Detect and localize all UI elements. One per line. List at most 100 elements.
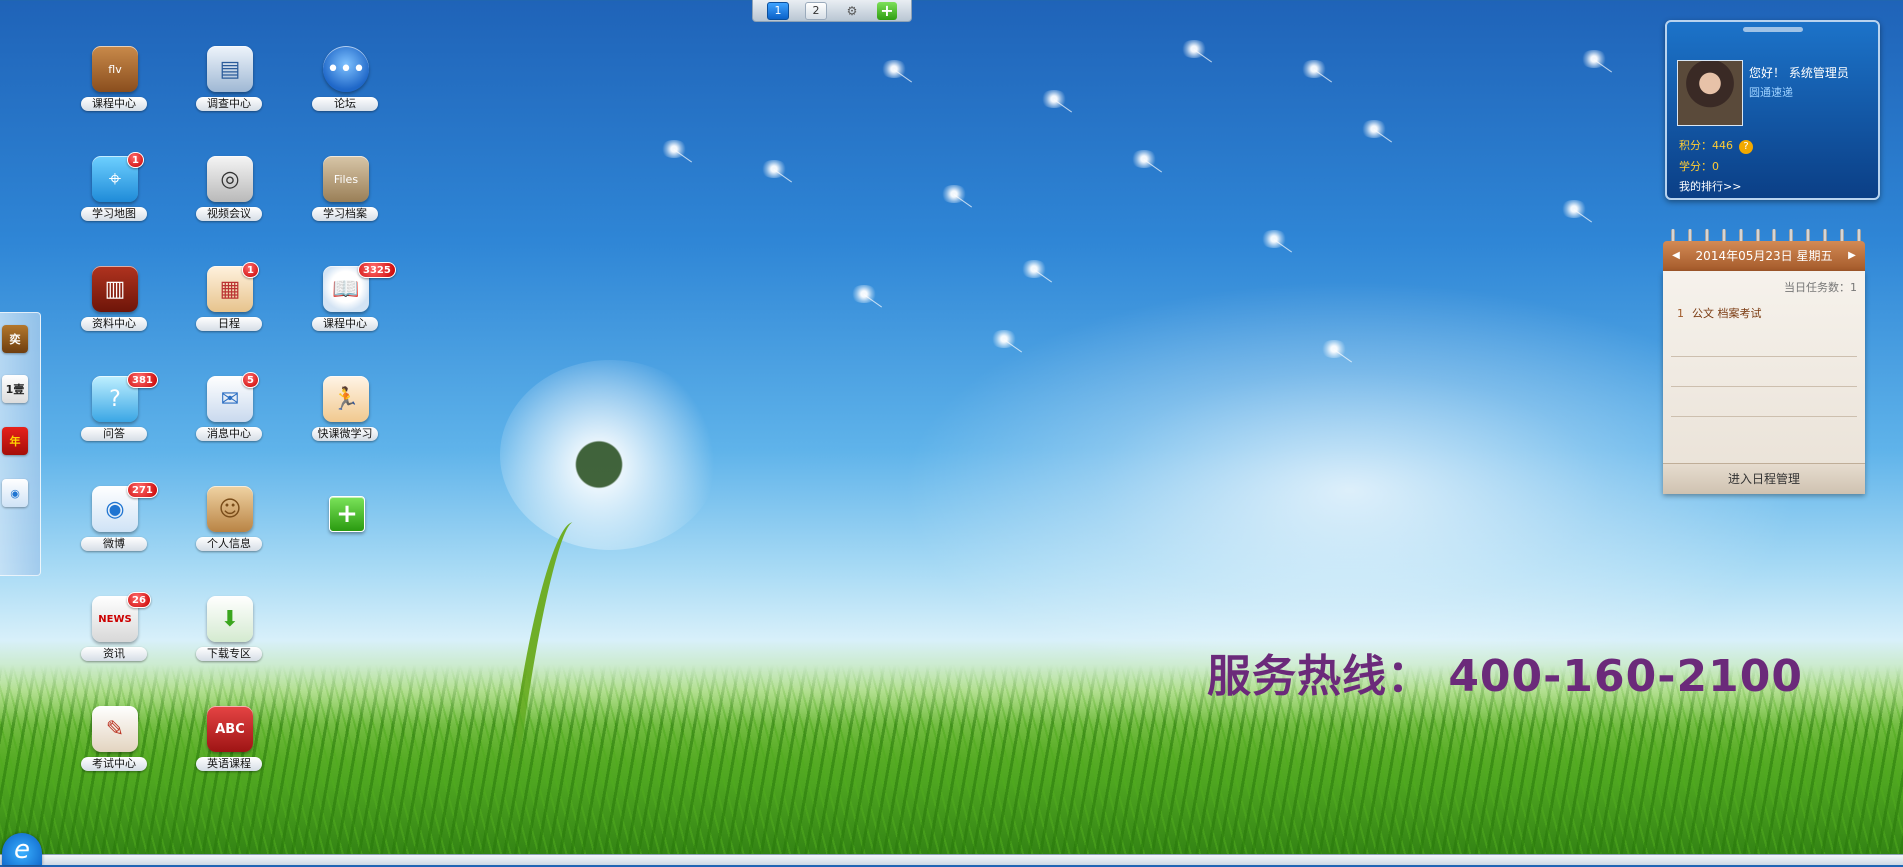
schedule-widget: ◀ 2014年05月23日 星期五 ▶ 当日任务数：1 1 公文 档案考试 进入日… [1663, 229, 1865, 494]
service-hotline: 服务热线： 400-160-2100 [1207, 651, 1803, 702]
task-count: 当日任务数：1 [1784, 281, 1857, 294]
download-arrow-icon: ⬇ [207, 596, 253, 642]
chevron-left-icon[interactable]: ◀ [1667, 241, 1685, 271]
company-link[interactable]: 圆通速递 [1749, 84, 1793, 100]
plus-icon: + [329, 496, 365, 532]
app-label: 微博 [81, 537, 147, 551]
app-learning-archive[interactable]: Files 学习档案 [294, 156, 394, 236]
app-label: 学习地图 [81, 207, 147, 221]
app-personal-info[interactable]: ☺ 个人信息 [178, 486, 278, 566]
user-info-widget: 您好！ 系统管理员 圆通速递 积分：446? 学分：0 我的排行>> [1665, 20, 1880, 200]
app-label: 快课微学习 [312, 427, 378, 441]
dandelion-seed [1580, 50, 1620, 72]
app-learning-map[interactable]: ⌖ 1 学习地图 [63, 152, 163, 236]
webcam-icon: ◎ [207, 156, 253, 202]
weibo-icon[interactable]: ◉ [2, 479, 28, 507]
chevron-right-icon[interactable]: ▶ [1843, 241, 1861, 271]
app-weibo[interactable]: ◉ 271 微博 [63, 482, 163, 566]
dandelion-seed [1040, 90, 1080, 112]
app-label: 资讯 [81, 647, 147, 661]
task-item[interactable]: 1 公文 档案考试 [1677, 305, 1762, 321]
app-qa[interactable]: ? 381 问答 [63, 372, 163, 456]
calendar-header: ◀ 2014年05月23日 星期五 ▶ [1663, 241, 1865, 271]
dandelion-seed [760, 160, 800, 182]
dandelion-seed [1130, 150, 1170, 172]
dandelion-seed [1260, 230, 1300, 252]
app-label: 论坛 [312, 97, 378, 111]
dandelion-seed [1560, 200, 1600, 222]
app-label: 问答 [81, 427, 147, 441]
exam-paper-icon: ✎ [92, 706, 138, 752]
plus-icon[interactable]: + [877, 1, 897, 20]
taskbar [0, 854, 1903, 865]
dandelion-seed [1300, 60, 1340, 82]
notification-badge: 1 [127, 152, 144, 168]
user-greeting: 您好！ 系统管理员 [1749, 66, 1849, 80]
dandelion-seed [660, 140, 700, 162]
dandelion-seed [990, 330, 1030, 352]
box-icon[interactable]: 奕 [2, 325, 28, 353]
calendar-date: 2014年05月23日 星期五 [1695, 249, 1833, 263]
contact-book-icon: ☺ [207, 486, 253, 532]
calendar-body: 当日任务数：1 1 公文 档案考试 进入日程管理 [1663, 271, 1865, 494]
points-label: 积分：446 [1679, 139, 1733, 152]
app-quick-micro-learning[interactable]: 🏃 快课微学习 [294, 376, 394, 456]
app-downloads[interactable]: ⬇ 下载专区 [178, 596, 278, 676]
notification-badge: 3325 [358, 262, 396, 278]
dandelion-seed [940, 185, 980, 207]
app-course-center[interactable]: flv 课程中心 [63, 46, 163, 126]
gear-icon[interactable]: ⚙ [843, 4, 861, 18]
app-label: 日程 [196, 317, 262, 331]
app-label: 个人信息 [196, 537, 262, 551]
app-survey-center[interactable]: ▤ 调查中心 [178, 46, 278, 126]
dandelion-head [500, 360, 720, 550]
bookshelf-icon: ▥ [92, 266, 138, 312]
runner-icon: 🏃 [323, 376, 369, 422]
app-exam-center[interactable]: ✎ 考试中心 [63, 706, 163, 786]
clipboard-icon: ▤ [207, 46, 253, 92]
app-english-course[interactable]: ABC 英语课程 [178, 706, 278, 786]
ruled-lines [1671, 327, 1857, 437]
tile-glyph-text: NEWS [98, 613, 132, 625]
app-label: 考试中心 [81, 757, 147, 771]
ie-start-icon[interactable]: e [2, 833, 42, 865]
schedule-manage-button[interactable]: 进入日程管理 [1663, 463, 1865, 494]
dandelion-seed [1180, 40, 1220, 62]
task-text: 公文 档案考试 [1692, 307, 1762, 320]
page-tab-1[interactable]: 1 [767, 1, 789, 20]
app-message-center[interactable]: ✉ 5 消息中心 [178, 372, 278, 456]
fortune-icon[interactable]: 年 [2, 427, 28, 455]
notification-badge: 26 [127, 592, 151, 608]
tile-glyph-text: ABC [215, 721, 245, 737]
dandelion-seed [850, 285, 890, 307]
side-dock: 奕 1壹 年 ◉ [0, 312, 41, 576]
avatar[interactable] [1677, 60, 1743, 126]
points-row: 积分：446? [1679, 137, 1753, 154]
dandelion-seed [880, 60, 920, 82]
question-icon[interactable]: ? [1739, 140, 1753, 154]
app-label: 调查中心 [196, 97, 262, 111]
task-number: 1 [1677, 307, 1684, 320]
abc-book-icon: ABC [207, 706, 253, 752]
my-ranking-link[interactable]: 我的排行>> [1679, 178, 1741, 194]
dandelion-seed [1320, 340, 1360, 362]
app-course-center-2[interactable]: 📖 3325 课程中心 [294, 262, 396, 346]
files-icon: Files [323, 156, 369, 202]
page-tab-2[interactable]: 2 [805, 1, 827, 20]
app-label: 课程中心 [312, 317, 378, 331]
app-news[interactable]: NEWS 26 资讯 [63, 592, 163, 676]
add-app-button[interactable]: + [294, 486, 394, 566]
app-forum[interactable]: ••• 论坛 [294, 46, 394, 126]
app-label: 学习档案 [312, 207, 378, 221]
credits-label: 学分：0 [1679, 160, 1719, 173]
calendar-day-icon[interactable]: 1壹 [2, 375, 28, 403]
app-schedule[interactable]: ▦ 1 日程 [178, 262, 278, 346]
speech-bubble-icon: ••• [323, 46, 369, 92]
desktop-page-switcher: 1 2 ⚙ + [752, 0, 912, 22]
app-resource-center[interactable]: ▥ 资料中心 [63, 266, 163, 346]
app-label: 英语课程 [196, 757, 262, 771]
app-video-conference[interactable]: ◎ 视频会议 [178, 156, 278, 236]
notification-badge: 1 [242, 262, 259, 278]
drag-handle[interactable] [1743, 27, 1803, 32]
notification-badge: 271 [127, 482, 158, 498]
